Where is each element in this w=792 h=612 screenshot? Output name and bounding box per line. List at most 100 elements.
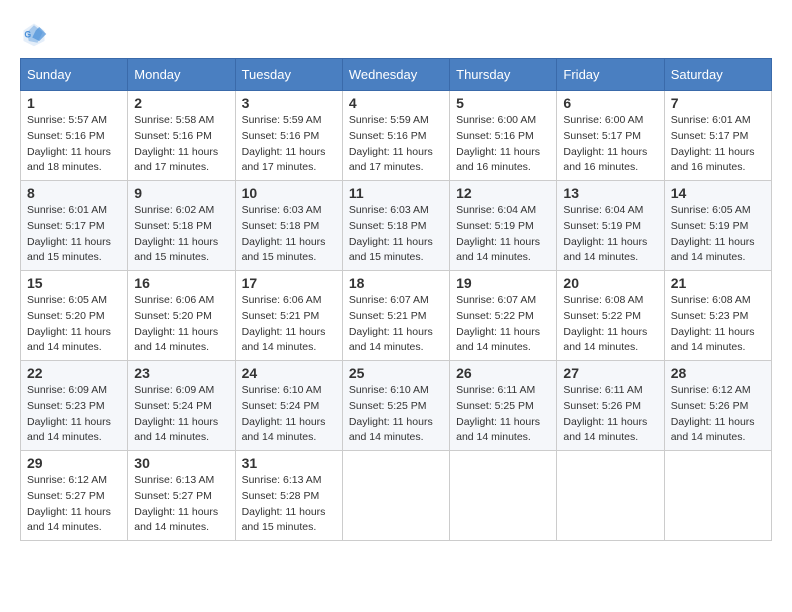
day-cell: 27 Sunrise: 6:11 AMSunset: 5:26 PMDayligh… — [557, 361, 664, 451]
day-number: 16 — [134, 275, 228, 291]
day-cell: 4 Sunrise: 5:59 AMSunset: 5:16 PMDaylight… — [342, 91, 449, 181]
day-cell — [450, 451, 557, 541]
day-number: 31 — [242, 455, 336, 471]
day-cell — [342, 451, 449, 541]
day-number: 9 — [134, 185, 228, 201]
day-cell: 26 Sunrise: 6:11 AMSunset: 5:25 PMDayligh… — [450, 361, 557, 451]
day-detail: Sunrise: 6:11 AMSunset: 5:25 PMDaylight:… — [456, 383, 550, 446]
day-number: 11 — [349, 185, 443, 201]
calendar-header: SundayMondayTuesdayWednesdayThursdayFrid… — [21, 59, 772, 91]
day-cell: 17 Sunrise: 6:06 AMSunset: 5:21 PMDayligh… — [235, 271, 342, 361]
logo: G — [20, 20, 52, 48]
day-detail: Sunrise: 6:08 AMSunset: 5:23 PMDaylight:… — [671, 293, 765, 356]
day-detail: Sunrise: 5:59 AMSunset: 5:16 PMDaylight:… — [242, 113, 336, 176]
day-detail: Sunrise: 6:11 AMSunset: 5:26 PMDaylight:… — [563, 383, 657, 446]
week-row: 22 Sunrise: 6:09 AMSunset: 5:23 PMDayligh… — [21, 361, 772, 451]
day-cell: 2Sunrise: 5:58 AMSunset: 5:16 PMDaylight… — [128, 91, 235, 181]
day-cell: 25 Sunrise: 6:10 AMSunset: 5:25 PMDayligh… — [342, 361, 449, 451]
day-cell: 1 Sunrise: 5:57 AMSunset: 5:16 PMDaylight… — [21, 91, 128, 181]
day-detail: Sunrise: 6:13 AMSunset: 5:28 PMDaylight:… — [242, 473, 336, 536]
day-cell: 24Sunrise: 6:10 AMSunset: 5:24 PMDayligh… — [235, 361, 342, 451]
day-number: 20 — [563, 275, 657, 291]
day-cell: 12Sunrise: 6:04 AMSunset: 5:19 PMDayligh… — [450, 181, 557, 271]
day-cell — [664, 451, 771, 541]
day-number: 14 — [671, 185, 765, 201]
day-number: 28 — [671, 365, 765, 381]
day-detail: Sunrise: 6:09 AMSunset: 5:23 PMDaylight:… — [27, 383, 121, 446]
day-detail: Sunrise: 6:00 AMSunset: 5:16 PMDaylight:… — [456, 113, 550, 176]
day-cell: 23 Sunrise: 6:09 AMSunset: 5:24 PMDayligh… — [128, 361, 235, 451]
day-cell: 8 Sunrise: 6:01 AMSunset: 5:17 PMDaylight… — [21, 181, 128, 271]
week-row: 29 Sunrise: 6:12 AMSunset: 5:27 PMDayligh… — [21, 451, 772, 541]
day-detail: Sunrise: 6:12 AMSunset: 5:27 PMDaylight:… — [27, 473, 121, 536]
day-detail: Sunrise: 5:59 AMSunset: 5:16 PMDaylight:… — [349, 113, 443, 176]
week-row: 1 Sunrise: 5:57 AMSunset: 5:16 PMDaylight… — [21, 91, 772, 181]
day-number: 22 — [27, 365, 121, 381]
day-cell: 3 Sunrise: 5:59 AMSunset: 5:16 PMDaylight… — [235, 91, 342, 181]
day-detail: Sunrise: 6:04 AMSunset: 5:19 PMDaylight:… — [563, 203, 657, 266]
day-detail: Sunrise: 6:01 AMSunset: 5:17 PMDaylight:… — [671, 113, 765, 176]
day-cell: 28 Sunrise: 6:12 AMSunset: 5:26 PMDayligh… — [664, 361, 771, 451]
day-cell: 15 Sunrise: 6:05 AMSunset: 5:20 PMDayligh… — [21, 271, 128, 361]
day-detail: Sunrise: 6:09 AMSunset: 5:24 PMDaylight:… — [134, 383, 228, 446]
header-monday: Monday — [128, 59, 235, 91]
day-number: 29 — [27, 455, 121, 471]
day-number: 23 — [134, 365, 228, 381]
day-detail: Sunrise: 6:06 AMSunset: 5:21 PMDaylight:… — [242, 293, 336, 356]
day-detail: Sunrise: 6:07 AMSunset: 5:21 PMDaylight:… — [349, 293, 443, 356]
day-number: 27 — [563, 365, 657, 381]
week-row: 15 Sunrise: 6:05 AMSunset: 5:20 PMDayligh… — [21, 271, 772, 361]
day-cell: 18 Sunrise: 6:07 AMSunset: 5:21 PMDayligh… — [342, 271, 449, 361]
day-cell: 5Sunrise: 6:00 AMSunset: 5:16 PMDaylight… — [450, 91, 557, 181]
calendar-table: SundayMondayTuesdayWednesdayThursdayFrid… — [20, 58, 772, 541]
header-saturday: Saturday — [664, 59, 771, 91]
day-detail: Sunrise: 6:08 AMSunset: 5:22 PMDaylight:… — [563, 293, 657, 356]
day-detail: Sunrise: 6:05 AMSunset: 5:20 PMDaylight:… — [27, 293, 121, 356]
header-wednesday: Wednesday — [342, 59, 449, 91]
day-detail: Sunrise: 6:05 AMSunset: 5:19 PMDaylight:… — [671, 203, 765, 266]
day-detail: Sunrise: 6:13 AMSunset: 5:27 PMDaylight:… — [134, 473, 228, 536]
day-cell: 9Sunrise: 6:02 AMSunset: 5:18 PMDaylight… — [128, 181, 235, 271]
day-cell: 10 Sunrise: 6:03 AMSunset: 5:18 PMDayligh… — [235, 181, 342, 271]
day-number: 30 — [134, 455, 228, 471]
day-detail: Sunrise: 6:06 AMSunset: 5:20 PMDaylight:… — [134, 293, 228, 356]
day-number: 18 — [349, 275, 443, 291]
day-number: 3 — [242, 95, 336, 111]
day-number: 6 — [563, 95, 657, 111]
day-cell: 14 Sunrise: 6:05 AMSunset: 5:19 PMDayligh… — [664, 181, 771, 271]
header-sunday: Sunday — [21, 59, 128, 91]
day-number: 8 — [27, 185, 121, 201]
day-number: 13 — [563, 185, 657, 201]
day-number: 26 — [456, 365, 550, 381]
day-cell: 11Sunrise: 6:03 AMSunset: 5:18 PMDayligh… — [342, 181, 449, 271]
day-detail: Sunrise: 6:01 AMSunset: 5:17 PMDaylight:… — [27, 203, 121, 266]
day-detail: Sunrise: 6:12 AMSunset: 5:26 PMDaylight:… — [671, 383, 765, 446]
day-detail: Sunrise: 6:07 AMSunset: 5:22 PMDaylight:… — [456, 293, 550, 356]
header-thursday: Thursday — [450, 59, 557, 91]
day-detail: Sunrise: 6:03 AMSunset: 5:18 PMDaylight:… — [242, 203, 336, 266]
week-row: 8 Sunrise: 6:01 AMSunset: 5:17 PMDaylight… — [21, 181, 772, 271]
header-row: SundayMondayTuesdayWednesdayThursdayFrid… — [21, 59, 772, 91]
calendar-body: 1 Sunrise: 5:57 AMSunset: 5:16 PMDaylight… — [21, 91, 772, 541]
day-number: 21 — [671, 275, 765, 291]
day-cell: 21 Sunrise: 6:08 AMSunset: 5:23 PMDayligh… — [664, 271, 771, 361]
day-cell: 22 Sunrise: 6:09 AMSunset: 5:23 PMDayligh… — [21, 361, 128, 451]
day-number: 4 — [349, 95, 443, 111]
day-cell: 13 Sunrise: 6:04 AMSunset: 5:19 PMDayligh… — [557, 181, 664, 271]
day-detail: Sunrise: 5:58 AMSunset: 5:16 PMDaylight:… — [134, 113, 228, 176]
day-number: 24 — [242, 365, 336, 381]
day-number: 15 — [27, 275, 121, 291]
day-number: 17 — [242, 275, 336, 291]
day-cell: 6 Sunrise: 6:00 AMSunset: 5:17 PMDaylight… — [557, 91, 664, 181]
day-cell: 29 Sunrise: 6:12 AMSunset: 5:27 PMDayligh… — [21, 451, 128, 541]
day-number: 25 — [349, 365, 443, 381]
day-cell — [557, 451, 664, 541]
day-number: 10 — [242, 185, 336, 201]
day-detail: Sunrise: 6:10 AMSunset: 5:25 PMDaylight:… — [349, 383, 443, 446]
day-detail: Sunrise: 6:00 AMSunset: 5:17 PMDaylight:… — [563, 113, 657, 176]
day-number: 12 — [456, 185, 550, 201]
day-detail: Sunrise: 5:57 AMSunset: 5:16 PMDaylight:… — [27, 113, 121, 176]
page-header: G — [20, 20, 772, 48]
day-number: 1 — [27, 95, 121, 111]
header-friday: Friday — [557, 59, 664, 91]
